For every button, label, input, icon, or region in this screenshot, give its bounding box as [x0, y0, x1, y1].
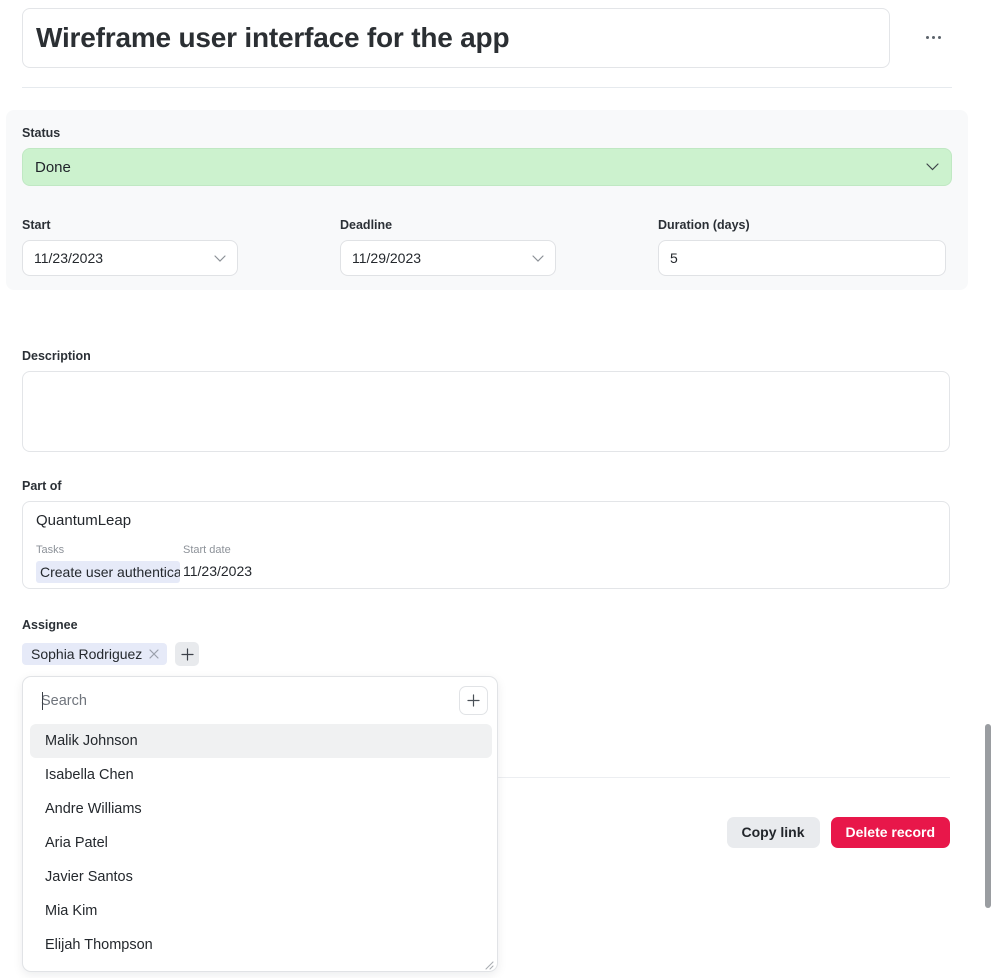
part-of-grid: Tasks Create user authentication Start d… — [36, 542, 252, 588]
description-label: Description — [22, 349, 91, 363]
assignee-chip[interactable]: Sophia Rodriguez — [22, 643, 168, 665]
dropdown-resize-handle[interactable] — [481, 957, 495, 971]
start-date-input[interactable]: 11/23/2023 — [22, 240, 238, 276]
ellipsis-icon — [925, 35, 941, 39]
part-of-column-start-date: Start date 11/23/2023 — [183, 542, 252, 588]
part-of-column-header: Start date — [183, 544, 231, 556]
status-label: Status — [22, 126, 61, 140]
duration-label: Duration (days) — [658, 218, 750, 232]
deadline-date-value: 11/29/2023 — [352, 250, 422, 266]
status-select[interactable]: Done — [22, 148, 952, 186]
plus-icon — [181, 647, 194, 661]
more-options-button[interactable] — [918, 23, 948, 51]
list-item[interactable]: Javier Santos — [30, 860, 492, 894]
part-of-start-date-value: 11/23/2023 — [183, 563, 253, 579]
duration-input[interactable]: 5 — [658, 240, 946, 276]
list-item[interactable]: Isabella Chen — [30, 758, 492, 792]
plus-icon — [467, 694, 480, 707]
chevron-down-icon — [532, 254, 544, 262]
header-divider — [22, 87, 952, 88]
list-item[interactable]: Malik Johnson — [30, 724, 492, 758]
title-row: Wireframe user interface for the app — [0, 0, 998, 78]
search-input[interactable] — [41, 692, 459, 709]
chevron-down-icon — [214, 254, 226, 262]
status-panel: Status Done Start 11/23/2023 Deadline 11… — [6, 110, 968, 290]
part-of-label: Part of — [22, 479, 62, 493]
part-of-column-tasks: Tasks Create user authentication — [36, 542, 183, 588]
footer-actions: Copy link Delete record — [680, 816, 950, 848]
list-item[interactable]: Andre Williams — [30, 792, 492, 826]
duration-value: 5 — [670, 250, 678, 266]
assignee-dropdown: Malik Johnson Isabella Chen Andre Willia… — [22, 676, 498, 972]
start-label: Start — [22, 218, 51, 232]
list-item[interactable]: Aria Patel — [30, 826, 492, 860]
start-field: Start 11/23/2023 — [22, 217, 238, 276]
deadline-label: Deadline — [340, 218, 393, 232]
task-chip[interactable]: Create user authentication — [36, 561, 180, 583]
add-assignee-button[interactable] — [175, 642, 200, 666]
part-of-card[interactable]: QuantumLeap Tasks Create user authentica… — [22, 501, 950, 589]
list-item[interactable]: Elijah Thompson — [30, 928, 492, 962]
part-of-column-header: Tasks — [36, 544, 65, 556]
dropdown-scrollbar-thumb[interactable] — [985, 724, 991, 908]
dropdown-search-row — [23, 677, 497, 724]
text-cursor — [42, 692, 43, 710]
deadline-date-input[interactable]: 11/29/2023 — [340, 240, 556, 276]
record-detail-page: Wireframe user interface for the app Sta… — [0, 0, 998, 978]
close-icon[interactable] — [148, 648, 160, 660]
status-value: Done — [35, 158, 71, 176]
chevron-down-icon — [926, 163, 939, 171]
part-of-card-title: QuantumLeap — [36, 512, 132, 529]
start-date-value: 11/23/2023 — [34, 250, 104, 266]
record-title-input[interactable]: Wireframe user interface for the app — [22, 8, 890, 68]
copy-link-button[interactable]: Copy link — [726, 816, 820, 848]
deadline-field: Deadline 11/29/2023 — [340, 217, 556, 276]
delete-record-button[interactable]: Delete record — [830, 816, 950, 848]
record-title-text: Wireframe user interface for the app — [36, 22, 510, 53]
assignee-chip-row: Sophia Rodriguez — [22, 642, 200, 666]
list-item[interactable]: Mia Kim — [30, 894, 492, 928]
assignee-label: Assignee — [22, 618, 78, 632]
description-textarea[interactable] — [22, 371, 950, 452]
duration-field: Duration (days) 5 — [658, 217, 946, 276]
create-option-button[interactable] — [459, 686, 488, 715]
dropdown-option-list: Malik Johnson Isabella Chen Andre Willia… — [23, 724, 497, 971]
assignee-chip-name: Sophia Rodriguez — [31, 646, 143, 662]
